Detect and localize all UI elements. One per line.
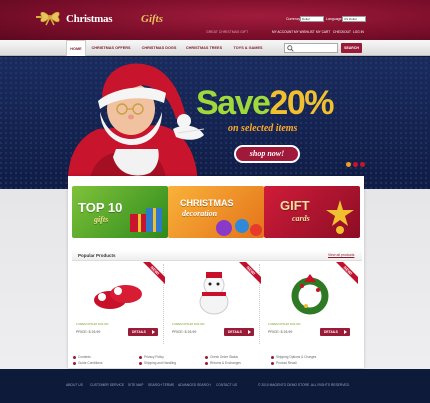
search-button[interactable]: SEARCH — [341, 43, 362, 53]
slogan: GREAT CHRISTMAS GIFT — [206, 30, 249, 34]
nav-home[interactable]: HOME — [66, 40, 86, 56]
product-name[interactable]: LOREM IPSUM DOLOR — [172, 322, 205, 326]
shop-now-button[interactable]: shop now! — [234, 145, 300, 163]
new-badge: NEW! — [143, 262, 165, 284]
banner-percent-text: 20% — [269, 84, 334, 122]
product-name[interactable]: LOREM IPSUM DOLOR — [76, 322, 109, 326]
info-link-returns[interactable]: Returns & Exchanges — [205, 361, 241, 365]
footer-about[interactable]: ABOUT US — [66, 383, 83, 387]
banner-subline: on selected items — [228, 123, 298, 134]
promo-decoration-title: CHRISTMAS — [180, 198, 234, 208]
banner-headline: Save20% — [196, 84, 334, 123]
new-badge: NEW! — [239, 262, 261, 284]
gift-boxes-icon — [130, 208, 162, 232]
product-card[interactable]: NEW! LOREM IPSUM DOLOR PRICE: $ 26.99 DE… — [168, 262, 261, 344]
nav-christmas-dogs[interactable]: CHRISTMAS DOGS — [136, 40, 182, 56]
footer-advanced-search[interactable]: ADVANCED SEARCH — [178, 383, 211, 387]
language-label: Language: — [326, 17, 343, 21]
star-ornament-icon — [326, 200, 354, 234]
footer-site-map[interactable]: SITE MAP — [128, 383, 143, 387]
product-card[interactable]: NEW! LOREM IPSUM DOLOR PRICE: $ 26.99 DE… — [72, 262, 165, 344]
logo-accent[interactable]: Gifts — [141, 13, 163, 25]
my-wishlist-link[interactable]: MY WISHLIST — [294, 30, 315, 34]
details-button[interactable]: DETAILS — [224, 328, 254, 336]
search-input[interactable] — [284, 43, 338, 53]
site-footer — [0, 378, 430, 403]
info-link-privacy[interactable]: Privacy Policy — [139, 355, 164, 359]
info-link-order-status[interactable]: Check Order Status — [205, 355, 238, 359]
info-link-contents[interactable]: Contents — [73, 355, 91, 359]
details-button[interactable]: DETAILS — [128, 328, 158, 336]
slider-dot-1[interactable] — [346, 162, 351, 167]
footer-contact[interactable]: CONTACT US — [216, 383, 237, 387]
promo-decoration[interactable]: CHRISTMAS decoration — [168, 186, 264, 238]
nav-christmas-offers[interactable]: CHRISTMAS OFFERS — [88, 40, 134, 56]
promo-top10-sub: gifts — [94, 215, 109, 224]
promo-gift-sub: cards — [292, 214, 310, 223]
search-icon — [287, 45, 294, 52]
snowman-toy-image — [199, 272, 229, 315]
view-all-link[interactable]: View all products — [328, 253, 354, 257]
logo-text[interactable]: Christmas — [66, 13, 113, 25]
banner-save-text: Save — [196, 84, 271, 122]
details-button[interactable]: DETAILS — [320, 328, 350, 336]
christmas-wreath-image — [291, 274, 329, 315]
nav-toys-games[interactable]: TOYS & GAMES — [226, 40, 270, 56]
popular-title: Popular Products — [78, 253, 116, 258]
footer-search-terms[interactable]: SEARCH TERMS — [148, 383, 174, 387]
product-price: PRICE: $ 26.99 — [268, 330, 293, 334]
currency-select[interactable]: Dollar — [300, 16, 324, 22]
my-account-link[interactable]: MY ACCOUNT — [272, 30, 293, 34]
login-link[interactable]: LOG IN — [353, 30, 364, 34]
currency-label: Currency: — [286, 17, 302, 21]
copyright: © 2010 MAGENTO DEMO STORE. ALL RIGHTS RE… — [258, 383, 350, 387]
product-price: PRICE: $ 26.99 — [172, 330, 197, 334]
promo-gift-cards[interactable]: GIFT cards — [264, 186, 360, 238]
checkout-link[interactable]: CHECKOUT — [333, 30, 351, 34]
my-cart-link[interactable]: MY CART — [316, 30, 330, 34]
language-select[interactable]: US Dollar — [342, 16, 366, 22]
promo-top10-title: TOP 10 — [78, 200, 123, 215]
santa-image — [67, 63, 205, 189]
product-price: PRICE: $ 26.99 — [76, 330, 101, 334]
footer-customer-service[interactable]: CUSTOMER SERVICE — [90, 383, 124, 387]
new-badge: NEW! — [336, 262, 358, 284]
info-link-guide[interactable]: Guide Conditions — [72, 361, 102, 365]
ornaments-icon — [216, 219, 262, 236]
nav-christmas-trees[interactable]: CHRISTMAS TREES — [182, 40, 226, 56]
product-card[interactable]: NEW! LOREM IPSUM DOLOR PRICE: $ 26.99 DE… — [264, 262, 358, 344]
product-name[interactable]: LOREM IPSUM DOLOR — [268, 322, 301, 326]
info-link-shipping-options[interactable]: Shipping Options & Charges — [270, 355, 316, 359]
promo-gift-title: GIFT — [280, 198, 310, 213]
promo-decoration-sub: decoration — [182, 209, 218, 218]
promo-top10[interactable]: TOP 10 gifts — [72, 186, 168, 238]
gift-bow-icon — [36, 11, 60, 26]
slider-dot-2[interactable] — [353, 162, 358, 167]
info-link-shipping[interactable]: Shipping and Handling — [138, 361, 176, 365]
red-slippers-image — [94, 285, 142, 309]
info-link-recall[interactable]: Product Recall — [271, 361, 297, 365]
slider-dot-3[interactable] — [360, 162, 365, 167]
